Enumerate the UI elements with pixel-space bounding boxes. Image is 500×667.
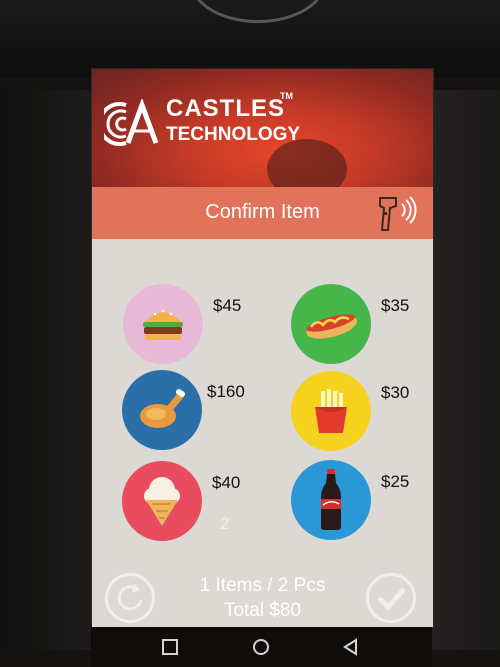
burger-icon <box>123 284 203 364</box>
item-quantity: 2 <box>220 514 230 533</box>
menu-item-burger[interactable]: $45 <box>123 284 273 374</box>
ice-cream-icon <box>122 461 202 541</box>
menu-item-chicken[interactable]: $160 <box>122 370 272 460</box>
menu-item-fries[interactable]: $30 <box>291 371 433 461</box>
menu-item-hotdog[interactable]: $35 <box>291 284 433 374</box>
order-summary-bar: 1 Items / 2 Pcs Total $80 <box>92 565 433 627</box>
checkmark-icon <box>377 587 406 611</box>
recent-apps-icon[interactable] <box>160 637 180 657</box>
item-price: $30 <box>381 383 410 402</box>
menu-item-ice-cream[interactable]: $40 2 <box>122 461 272 551</box>
cola-bottle-icon <box>291 460 371 540</box>
item-price: $25 <box>381 472 410 491</box>
device-screen: CASTLES TM TECHNOLOGY Confirm Item $45 $… <box>91 68 434 628</box>
device-camera-ring <box>190 0 326 23</box>
brand-name: CASTLES <box>166 95 286 122</box>
device-bezel-top <box>0 0 500 78</box>
item-price: $160 <box>207 382 245 401</box>
item-price: $40 <box>212 473 241 492</box>
menu-item-cola[interactable]: $25 <box>291 460 433 550</box>
brand-header: CASTLES TM TECHNOLOGY <box>92 69 433 199</box>
home-icon[interactable] <box>251 637 271 657</box>
confirm-button[interactable] <box>366 573 416 623</box>
castles-logo-icon <box>104 99 159 146</box>
android-nav-bar <box>91 627 432 667</box>
hotdog-icon <box>291 284 371 364</box>
title-bar: Confirm Item <box>92 187 433 239</box>
device-side-right <box>432 90 500 650</box>
item-price: $35 <box>381 296 410 315</box>
item-price: $45 <box>213 296 242 315</box>
device-side-left <box>0 90 91 650</box>
french-fries-icon <box>291 371 371 451</box>
barcode-scanner-icon[interactable] <box>374 194 424 234</box>
brand-subtitle: TECHNOLOGY <box>166 124 301 145</box>
brand-trademark: TM <box>280 91 293 101</box>
roast-chicken-icon <box>122 370 202 450</box>
back-icon[interactable] <box>341 637 361 657</box>
